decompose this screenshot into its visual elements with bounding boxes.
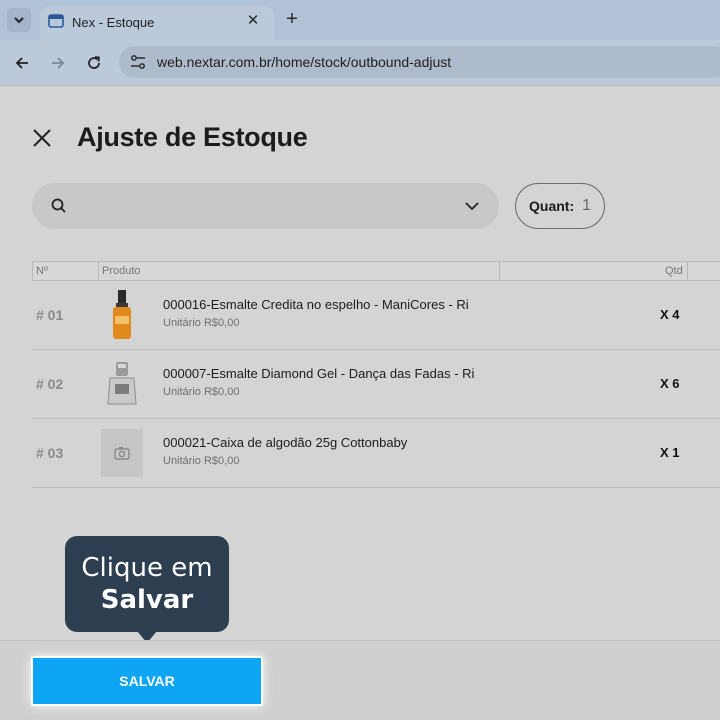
chevron-down-icon[interactable] (463, 197, 481, 215)
product-name: 000007-Esmalte Diamond Gel - Dança das F… (163, 366, 475, 381)
row-number: # 03 (36, 445, 64, 461)
save-button[interactable]: SALVAR (31, 656, 263, 706)
column-divider (98, 262, 99, 280)
table-row[interactable]: # 03 000021-Caixa de algodão 25g Cottonb… (32, 419, 720, 488)
arrow-right-icon (52, 57, 65, 69)
quantity-field[interactable]: Quant: 1 (515, 183, 605, 229)
items-table: Nº Produto Qtd # 01 000016-Esmalte Credi… (32, 261, 720, 488)
tab-close-icon[interactable]: ✕ (244, 12, 262, 30)
table-row[interactable]: # 01 000016-Esmalte Credita no espelho -… (32, 281, 720, 350)
arrow-left-icon (15, 57, 28, 69)
product-unit-price: Unitário R$0,00 (163, 455, 240, 467)
browser-toolbar: web.nextar.com.br/home/stock/outbound-ad… (0, 40, 720, 86)
tab-title: Nex - Estoque (72, 15, 155, 30)
product-unit-price: Unitário R$0,00 (163, 317, 240, 329)
product-name: 000016-Esmalte Credita no espelho - Mani… (163, 297, 469, 312)
url-text: web.nextar.com.br/home/stock/outbound-ad… (157, 54, 452, 70)
table-row[interactable]: # 02 000007-Esmalte Diamond Gel - Dança … (32, 350, 720, 419)
back-button[interactable] (12, 53, 32, 73)
search-icon (51, 198, 66, 213)
column-divider (499, 262, 500, 280)
product-image-orange-polish (101, 290, 143, 339)
product-name: 000021-Caixa de algodão 25g Cottonbaby (163, 435, 408, 450)
nex-favicon-icon (48, 14, 64, 28)
reload-button[interactable] (84, 53, 104, 73)
page-title: Ajuste de Estoque (77, 122, 308, 152)
row-number: # 02 (36, 376, 64, 392)
camera-placeholder-icon (114, 447, 130, 460)
quantity-label: Quant: (529, 198, 575, 214)
row-number: # 01 (36, 307, 64, 323)
close-icon[interactable] (30, 126, 54, 150)
table-header: Nº Produto Qtd (32, 261, 720, 281)
product-quantity: X 1 (660, 445, 680, 460)
save-hint-tooltip: Clique em Salvar (65, 536, 229, 643)
product-quantity: X 4 (660, 307, 680, 322)
footer-bar: SALVAR (0, 640, 720, 720)
column-header-number: Nº (36, 265, 48, 277)
site-settings-icon (131, 55, 145, 69)
column-header-qty: Qtd (665, 265, 683, 277)
browser-tab[interactable]: Nex - Estoque ✕ (40, 6, 274, 40)
new-tab-button[interactable]: + (282, 9, 302, 29)
reload-icon (88, 56, 101, 69)
forward-button[interactable] (48, 53, 68, 73)
product-quantity: X 6 (660, 376, 680, 391)
tooltip-line-1: Clique em (81, 553, 213, 583)
quantity-value[interactable]: 1 (582, 197, 591, 215)
chevron-down-icon (14, 17, 24, 24)
column-header-product: Produto (102, 265, 141, 277)
tab-search-button[interactable] (7, 8, 31, 32)
tooltip-line-2: Salvar (100, 585, 194, 615)
product-unit-price: Unitário R$0,00 (163, 386, 240, 398)
column-divider (687, 262, 688, 280)
browser-tabstrip: Nex - Estoque ✕ + (0, 0, 720, 40)
product-image-placeholder (101, 429, 143, 477)
product-search-input[interactable] (32, 183, 499, 229)
product-image-silver-polish (101, 360, 143, 408)
address-bar[interactable]: web.nextar.com.br/home/stock/outbound-ad… (119, 46, 720, 78)
